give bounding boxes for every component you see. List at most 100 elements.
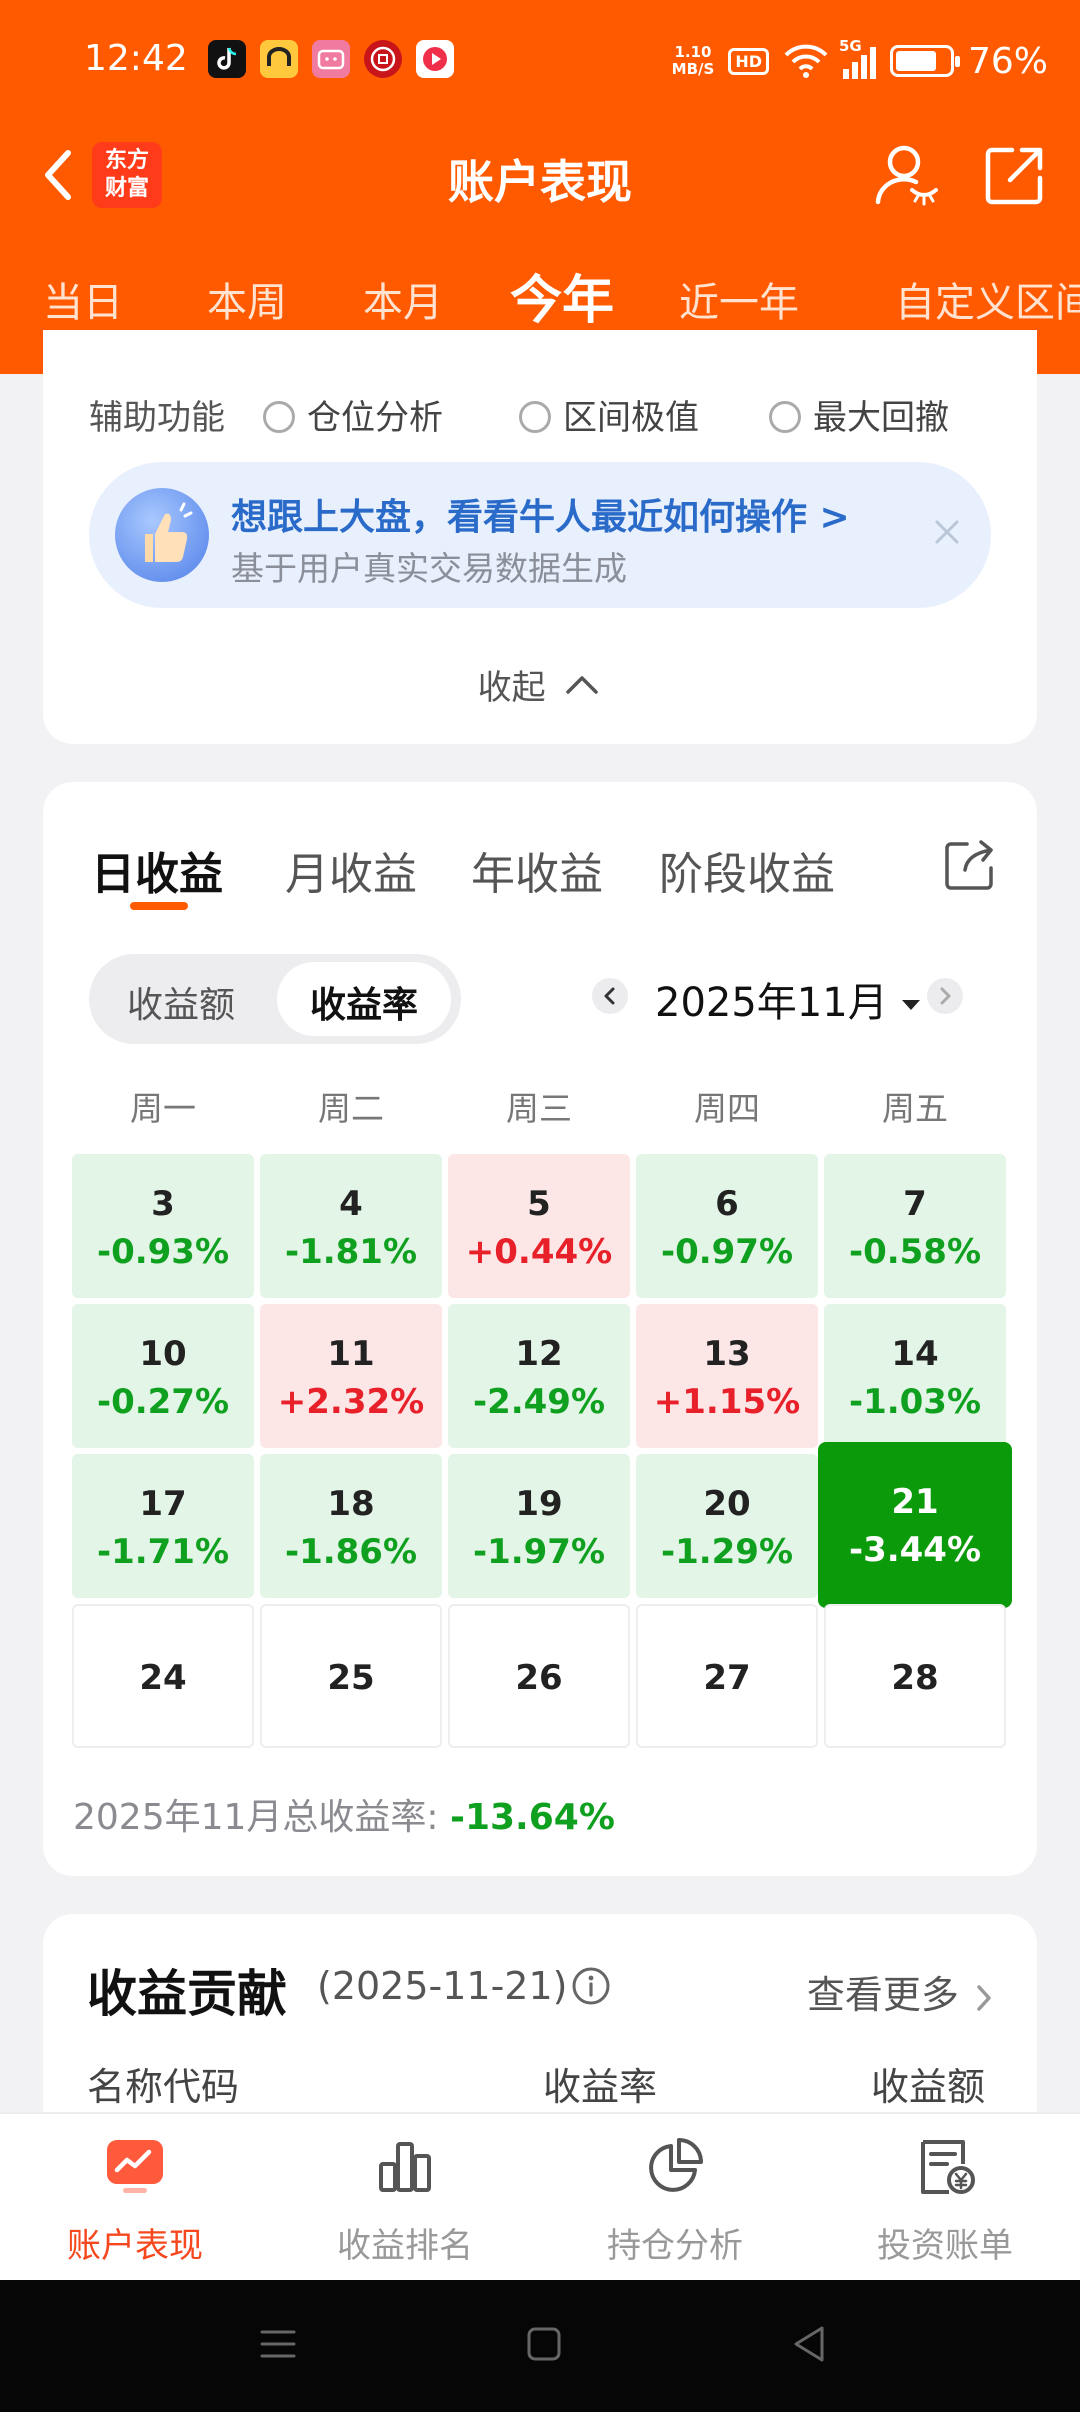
close-icon[interactable] <box>929 514 965 550</box>
nav-account-performance[interactable]: 账户表现 <box>0 2114 270 2282</box>
tab-daily-returns[interactable]: 日收益 <box>91 838 223 902</box>
calendar-day-number: 7 <box>903 1184 927 1224</box>
home-icon[interactable] <box>524 2324 564 2364</box>
calendar-day-return: -1.97% <box>472 1532 606 1572</box>
tab-period-month[interactable]: 本月 <box>363 270 443 328</box>
nav-holdings-analysis[interactable]: 持仓分析 <box>540 2114 810 2282</box>
radio-max-drawdown[interactable]: 最大回撤 <box>769 390 949 439</box>
video-app-icon <box>416 40 454 78</box>
calendar-day-cell-selected[interactable]: 21 -3.44% <box>818 1442 1012 1608</box>
calendar-day-number: 20 <box>703 1484 751 1524</box>
calendar-day-cell[interactable]: 11 +2.32% <box>260 1304 442 1448</box>
tab-period-today[interactable]: 当日 <box>43 270 123 328</box>
chevron-up-icon <box>566 675 599 694</box>
calendar-day-number: 19 <box>515 1484 563 1524</box>
calendar-day-number: 27 <box>703 1658 751 1698</box>
column-header-name: 名称代码 <box>87 2065 240 2109</box>
weekday-header: 周五 <box>882 1089 948 1128</box>
bilibili-icon <box>312 40 350 78</box>
nav-return-ranking[interactable]: 收益排名 <box>270 2114 540 2282</box>
bar-chart-icon <box>379 2142 431 2192</box>
calendar-day-number: 24 <box>139 1658 187 1698</box>
contribution-card: 收益贡献 (2025-11-21) 查看更多 名称代码 收益率 收益额 <box>43 1914 1037 2134</box>
radio-circle <box>519 401 551 433</box>
app-header: 12:42 1.10 MB/S HD 5G 76% 东方 财富 账户表现 当日 … <box>0 0 1080 374</box>
nav-label: 持仓分析 <box>607 2226 743 2266</box>
weekday-header: 周三 <box>506 1089 572 1128</box>
share-icon[interactable] <box>984 144 1046 206</box>
app-yellow-icon <box>260 40 298 78</box>
month-selector[interactable]: 2025年11月 <box>655 970 922 1028</box>
calendar-day-return: +0.44% <box>465 1232 613 1272</box>
tab-stage-returns[interactable]: 阶段收益 <box>659 838 835 902</box>
pie-chart-icon <box>649 2138 703 2192</box>
chevron-right-icon <box>940 987 951 1005</box>
caret-down-icon <box>902 1000 921 1010</box>
calendar-day-cell[interactable]: 19 -1.97% <box>448 1454 630 1598</box>
calendar-day-number: 21 <box>891 1482 939 1522</box>
status-time: 12:42 <box>84 38 188 79</box>
next-month-button[interactable] <box>927 978 963 1014</box>
network-speed: 1.10 MB/S <box>672 44 715 78</box>
calendar-day-number: 4 <box>339 1184 363 1224</box>
tiktok-icon <box>208 40 246 78</box>
tab-period-custom[interactable]: 自定义区间 <box>895 270 1080 328</box>
system-navigation-bar <box>0 2280 1080 2412</box>
tab-period-year[interactable]: 今年 <box>510 258 614 333</box>
calendar-day-number: 6 <box>715 1184 739 1224</box>
collapse-button[interactable]: 收起 <box>43 660 1037 709</box>
calendar-day-cell[interactable]: 14 -1.03% <box>824 1304 1006 1448</box>
calendar-day-return: -1.29% <box>660 1532 794 1572</box>
month-total-return: 2025年11月总收益率: -13.64% <box>73 1788 615 1840</box>
calendar-day-cell[interactable]: 10 -0.27% <box>72 1304 254 1448</box>
calendar-day-cell[interactable]: 20 -1.29% <box>636 1454 818 1598</box>
calendar-day-cell[interactable]: 6 -0.97% <box>636 1154 818 1298</box>
signal-icon: 5G <box>839 37 876 79</box>
calendar-day-cell[interactable]: 4 -1.81% <box>260 1154 442 1298</box>
tab-yearly-returns[interactable]: 年收益 <box>471 838 603 902</box>
calendar-day-cell[interactable]: 18 -1.86% <box>260 1454 442 1598</box>
calendar-day-return: -0.93% <box>96 1232 230 1272</box>
calendar-day-cell[interactable]: 27 <box>636 1604 818 1748</box>
radio-position-analysis[interactable]: 仓位分析 <box>263 390 443 439</box>
share-icon[interactable] <box>943 838 997 892</box>
calendar-day-cell[interactable]: 28 <box>824 1604 1006 1748</box>
amount-rate-toggle: 收益额 收益率 <box>89 954 461 1044</box>
back-nav-icon[interactable] <box>788 2322 828 2366</box>
tab-period-week[interactable]: 本周 <box>207 270 287 328</box>
calendar-day-cell[interactable]: 17 -1.71% <box>72 1454 254 1598</box>
view-more-link[interactable]: 查看更多 <box>807 1964 997 2019</box>
toggle-amount-option[interactable]: 收益额 <box>127 976 235 1028</box>
info-icon[interactable] <box>571 1966 611 2006</box>
calendar-day-cell[interactable]: 24 <box>72 1604 254 1748</box>
calendar-day-cell[interactable]: 7 -0.58% <box>824 1154 1006 1298</box>
menu-icon[interactable] <box>258 2324 298 2364</box>
nav-investment-bill[interactable]: 投资账单 <box>810 2114 1080 2282</box>
prev-month-button[interactable] <box>592 978 628 1014</box>
weekday-header: 周二 <box>318 1089 384 1128</box>
battery-fill <box>895 51 936 71</box>
promo-banner[interactable]: 想跟上大盘，看看牛人最近如何操作 > 基于用户真实交易数据生成 <box>89 462 991 608</box>
radio-interval-extreme[interactable]: 区间极值 <box>519 390 699 439</box>
toggle-rate-label: 收益率 <box>309 985 418 1026</box>
calendar-day-return: -0.58% <box>848 1232 982 1272</box>
calendar-day-cell[interactable]: 3 -0.93% <box>72 1154 254 1298</box>
calendar-day-cell[interactable]: 12 -2.49% <box>448 1304 630 1448</box>
returns-card: 日收益 月收益 年收益 阶段收益 收益额 收益率 2025年11月 周一 周二 … <box>43 782 1037 1876</box>
calendar-day-return: -0.97% <box>660 1232 794 1272</box>
tab-period-last-year[interactable]: 近一年 <box>679 270 799 328</box>
toggle-rate-option[interactable]: 收益率 <box>277 962 451 1036</box>
calendar-day-cell[interactable]: 5 +0.44% <box>448 1154 630 1298</box>
nav-label: 收益排名 <box>337 2226 473 2266</box>
collapse-label: 收起 <box>477 668 546 708</box>
calendar-day-cell[interactable]: 26 <box>448 1604 630 1748</box>
user-privacy-icon[interactable] <box>872 140 942 210</box>
calendar-day-return: -1.81% <box>284 1232 418 1272</box>
calendar-day-cell[interactable]: 25 <box>260 1604 442 1748</box>
calendar-day-number: 26 <box>515 1658 563 1698</box>
calendar-day-cell[interactable]: 13 +1.15% <box>636 1304 818 1448</box>
calendar-day-number: 12 <box>515 1334 563 1374</box>
tools-card: 辅助功能 仓位分析 区间极值 最大回撤 想跟上大盘，看看牛人最近如何操作 > 基… <box>43 330 1037 744</box>
tab-monthly-returns[interactable]: 月收益 <box>285 838 417 902</box>
view-more-label: 查看更多 <box>806 1973 959 2017</box>
